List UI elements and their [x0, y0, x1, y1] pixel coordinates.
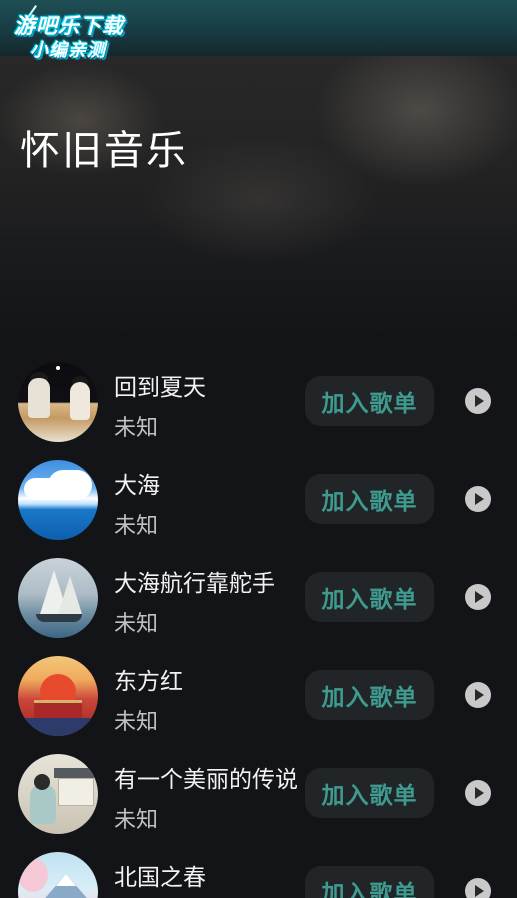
song-title: 大海 [114, 473, 160, 499]
cover-figure [28, 378, 50, 418]
add-to-playlist-button[interactable]: 加入歌单 [305, 474, 434, 524]
song-artist: 未知 [114, 612, 159, 637]
watermark-line2: 小编亲测 [30, 40, 106, 61]
song-list: 回到夏天 未知 加入歌单 大海 未知 加入歌单 大海航行靠舵手 未知 加入歌单 [0, 352, 517, 898]
album-cover [18, 362, 98, 442]
add-to-playlist-button[interactable]: 加入歌单 [305, 866, 434, 898]
cover-wall [58, 778, 94, 806]
song-title: 东方红 [114, 669, 183, 695]
song-title: 回到夏天 [114, 375, 206, 401]
album-cover [18, 656, 98, 736]
play-circle-icon[interactable] [465, 486, 491, 512]
add-to-playlist-button[interactable]: 加入歌单 [305, 768, 434, 818]
cover-figure-head [34, 774, 50, 790]
song-artist: 未知 [114, 710, 159, 735]
cover-ship-hull [36, 614, 82, 622]
watermark-logo: 游吧乐下载 小编亲测 [10, 5, 150, 61]
add-to-playlist-button[interactable]: 加入歌单 [305, 670, 434, 720]
add-to-playlist-button[interactable]: 加入歌单 [305, 376, 434, 426]
album-cover [18, 460, 98, 540]
song-title: 大海航行靠舵手 [114, 571, 275, 597]
song-row[interactable]: 大海航行靠舵手 未知 加入歌单 [0, 548, 517, 646]
play-circle-icon[interactable] [465, 780, 491, 806]
song-row[interactable]: 有一个美丽的传说 未知 加入歌单 [0, 744, 517, 842]
song-row[interactable]: 大海 未知 加入歌单 [0, 450, 517, 548]
album-cover [18, 558, 98, 638]
cover-snow [56, 874, 76, 886]
cover-figure [70, 382, 90, 420]
song-artist: 未知 [114, 416, 159, 441]
cover-figure [30, 784, 56, 824]
song-row[interactable]: 北国之春 未知 加入歌单 [0, 842, 517, 898]
cover-gate [34, 700, 82, 719]
add-to-playlist-button[interactable]: 加入歌单 [305, 572, 434, 622]
play-circle-icon[interactable] [465, 878, 491, 898]
album-cover [18, 852, 98, 898]
cover-roof [54, 768, 94, 778]
music-screen: 游吧乐下载 小编亲测 怀旧音乐 回到夏天 未知 加入歌单 大海 未知 加入歌单 … [0, 0, 517, 898]
song-row[interactable]: 回到夏天 未知 加入歌单 [0, 352, 517, 450]
song-title: 有一个美丽的传说 [114, 767, 298, 793]
page-title: 怀旧音乐 [20, 128, 188, 174]
song-artist: 未知 [114, 514, 159, 539]
song-title: 北国之春 [114, 865, 206, 891]
cover-sail [58, 576, 82, 614]
cover-star [56, 366, 60, 370]
album-cover [18, 754, 98, 834]
play-circle-icon[interactable] [465, 682, 491, 708]
song-artist: 未知 [114, 808, 159, 833]
play-circle-icon[interactable] [465, 388, 491, 414]
cover-crowd [18, 718, 98, 736]
play-circle-icon[interactable] [465, 584, 491, 610]
song-row[interactable]: 东方红 未知 加入歌单 [0, 646, 517, 744]
cover-cloud [48, 470, 92, 500]
